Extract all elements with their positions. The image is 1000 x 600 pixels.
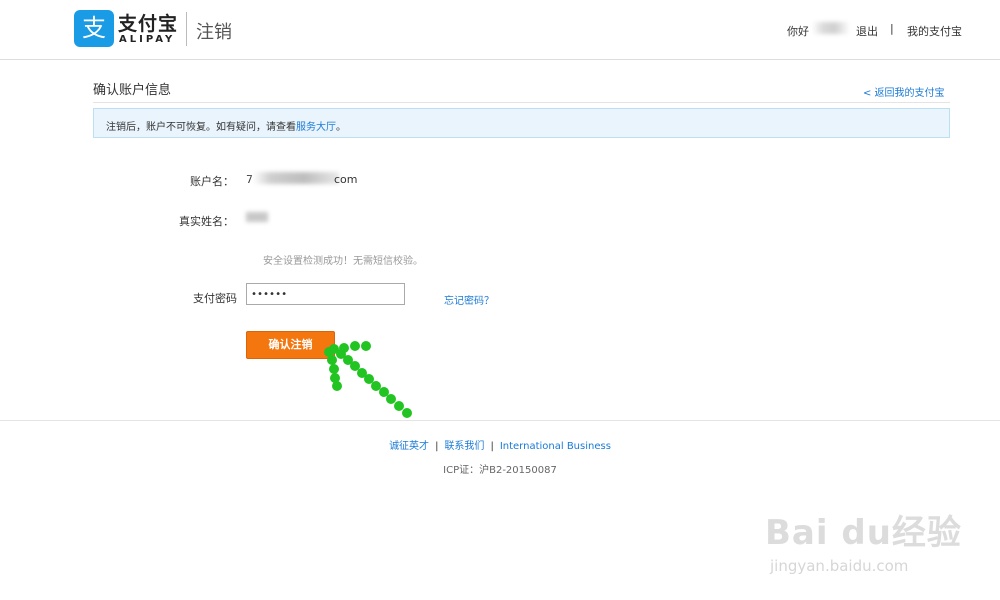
service-hall-link[interactable]: 服务大厅 (296, 122, 336, 133)
header-separator: | (890, 22, 894, 35)
greeting-text: 你好 (787, 25, 809, 38)
blurred-username (812, 22, 850, 34)
brand-name-cn: 支付宝 (118, 13, 179, 35)
payment-password-label: 支付密码 (193, 292, 237, 305)
footer-links: 诚征英才 | 联系我们 | International Business (0, 437, 1000, 452)
notice-suffix: 。 (336, 122, 346, 133)
notice-message: 注销后，账户不可恢复。如有疑问，请查看 (106, 122, 296, 133)
payment-password-input[interactable] (246, 283, 405, 305)
back-to-my-alipay-link[interactable]: < 返回我的支付宝 (863, 84, 945, 99)
title-divider (93, 102, 950, 103)
icp-license: ICP证：沪B2-20150087 (443, 465, 557, 476)
account-name-suffix: com (334, 173, 358, 186)
confirm-cancel-account-button[interactable]: 确认注销 (246, 331, 335, 359)
footer-link-contact[interactable]: 联系我们 (444, 441, 484, 452)
account-name-label: 账户名： (190, 175, 234, 188)
arrow-dots (324, 341, 412, 418)
alipay-logo-glyph: 支 (82, 14, 106, 42)
real-name-label: 真实姓名： (179, 215, 234, 228)
alipay-logo[interactable]: 支 (74, 10, 114, 47)
baidu-jingyan-watermark: Bai du经验 (765, 513, 962, 553)
blurred-real-name (246, 212, 268, 222)
section-title: 注销 (196, 22, 232, 43)
notice-text: 注销后，账户不可恢复。如有疑问，请查看服务大厅。 (106, 118, 346, 133)
security-check-message: 安全设置检测成功！无需短信校验。 (263, 256, 423, 267)
footer-separator: | (490, 441, 494, 452)
footer-link-careers[interactable]: 诚征英才 (389, 441, 429, 452)
baidu-jingyan-url: jingyan.baidu.com (770, 557, 909, 575)
footer-separator: | (435, 441, 439, 452)
site-header: 支 支付宝 ALIPAY 注销 你好 退出 | 我的支付宝 (0, 0, 1000, 60)
logout-link[interactable]: 退出 (856, 23, 878, 39)
brand-divider (186, 12, 187, 46)
page-title: 确认账户信息 (93, 83, 172, 98)
notice-banner: 注销后，账户不可恢复。如有疑问，请查看服务大厅。 (93, 108, 950, 138)
brand-name-en: ALIPAY (119, 34, 176, 45)
my-alipay-link[interactable]: 我的支付宝 (907, 23, 962, 39)
forgot-password-link[interactable]: 忘记密码？ (444, 292, 494, 307)
blurred-account-name (253, 172, 339, 184)
footer-divider (0, 420, 1000, 421)
footer-link-international[interactable]: International Business (500, 441, 611, 452)
account-name-prefix: 7 (246, 173, 253, 186)
